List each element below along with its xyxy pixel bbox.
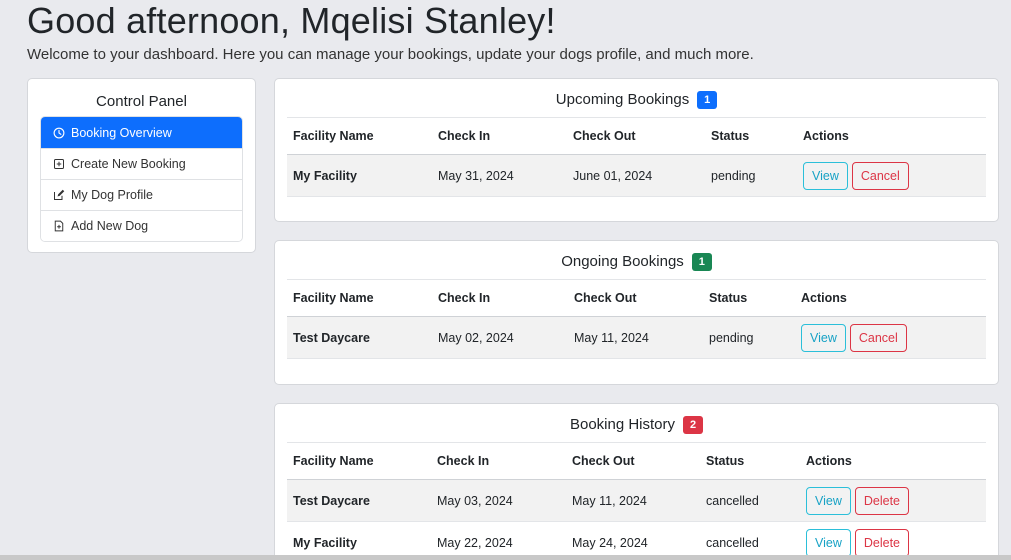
column-header: Actions xyxy=(801,291,847,305)
menu-item-create-new-booking[interactable]: Create New Booking xyxy=(41,148,242,179)
bookings-table: Facility Name Check In Check Out Status … xyxy=(287,118,986,197)
column-header: Status xyxy=(706,454,745,468)
control-panel: Control Panel Booking Overview Create Ne… xyxy=(27,78,256,253)
actions: View Delete xyxy=(800,486,913,515)
check-in: May 31, 2024 xyxy=(438,168,514,183)
horizontal-scrollbar[interactable] xyxy=(0,555,1011,560)
column-header: Status xyxy=(709,291,748,305)
card-title: Booking History xyxy=(569,416,676,433)
table-header: Facility Name Check In Check Out Status … xyxy=(287,443,986,480)
check-in: May 03, 2024 xyxy=(437,493,513,508)
card-header: Ongoing Bookings 1 xyxy=(287,241,986,280)
column-header: Check In xyxy=(438,129,491,143)
delete-button[interactable]: Delete xyxy=(854,486,910,515)
bookings-table: Facility Name Check In Check Out Status … xyxy=(287,280,986,359)
control-panel-title: Control Panel xyxy=(96,93,187,110)
column-header: Check Out xyxy=(573,129,636,143)
count-badge: 1 xyxy=(691,252,712,271)
table-row: Test Daycare May 03, 2024 May 11, 2024 c… xyxy=(287,480,986,522)
column-header: Check In xyxy=(437,454,490,468)
facility-name: Test Daycare xyxy=(293,330,370,345)
welcome-text: Welcome to your dashboard. Here you can … xyxy=(27,46,754,63)
card-title: Upcoming Bookings xyxy=(555,91,690,108)
bookings-table: Facility Name Check In Check Out Status … xyxy=(287,443,986,560)
check-in: May 22, 2024 xyxy=(437,535,513,550)
view-button[interactable]: View xyxy=(806,486,851,515)
card-header: Booking History 2 xyxy=(287,404,986,443)
pencil-square-icon xyxy=(53,189,65,201)
column-header: Check Out xyxy=(574,291,637,305)
status: cancelled xyxy=(706,535,759,550)
cancel-button[interactable]: Cancel xyxy=(849,323,907,352)
status: cancelled xyxy=(706,493,759,508)
count-badge: 2 xyxy=(683,415,704,434)
view-button[interactable]: View xyxy=(806,528,851,557)
menu-item-label: Add New Dog xyxy=(71,219,149,233)
actions: View Cancel xyxy=(797,161,913,190)
cancel-button[interactable]: Cancel xyxy=(851,161,909,190)
table-header: Facility Name Check In Check Out Status … xyxy=(287,280,986,317)
column-header: Facility Name xyxy=(293,454,374,468)
menu-item-add-new-dog[interactable]: Add New Dog xyxy=(41,210,242,241)
card-header: Upcoming Bookings 1 xyxy=(287,79,986,118)
check-out: June 01, 2024 xyxy=(573,168,653,183)
check-in: May 02, 2024 xyxy=(438,330,514,345)
clock-icon xyxy=(53,127,65,139)
table-row: Test Daycare May 02, 2024 May 11, 2024 p… xyxy=(287,317,986,359)
column-header: Facility Name xyxy=(293,129,374,143)
booking-history-card: Booking History 2 Facility Name Check In… xyxy=(274,403,999,560)
status: pending xyxy=(711,168,756,183)
plus-square-icon xyxy=(53,158,65,170)
view-button[interactable]: View xyxy=(801,323,846,352)
column-header: Status xyxy=(711,129,750,143)
table-row: My Facility May 31, 2024 June 01, 2024 p… xyxy=(287,155,986,197)
menu-item-label: Booking Overview xyxy=(71,125,172,140)
count-badge: 1 xyxy=(697,90,718,109)
facility-name: My Facility xyxy=(293,168,357,183)
ongoing-bookings-card: Ongoing Bookings 1 Facility Name Check I… xyxy=(274,240,999,385)
actions: View Cancel xyxy=(795,323,911,352)
menu-item-label: Create New Booking xyxy=(71,157,186,171)
delete-button[interactable]: Delete xyxy=(854,528,910,557)
menu-item-my-dog-profile[interactable]: My Dog Profile xyxy=(41,179,242,210)
file-plus-icon xyxy=(53,220,65,232)
column-header: Facility Name xyxy=(293,291,374,305)
view-button[interactable]: View xyxy=(803,161,848,190)
facility-name: My Facility xyxy=(293,535,357,550)
check-out: May 11, 2024 xyxy=(574,330,649,345)
table-header: Facility Name Check In Check Out Status … xyxy=(287,118,986,155)
menu-item-label: My Dog Profile xyxy=(71,188,153,202)
status: pending xyxy=(709,330,754,345)
control-panel-menu: Booking Overview Create New Booking My D… xyxy=(40,116,243,242)
upcoming-bookings-card: Upcoming Bookings 1 Facility Name Check … xyxy=(274,78,999,222)
column-header: Actions xyxy=(806,454,852,468)
menu-item-booking-overview[interactable]: Booking Overview xyxy=(41,117,242,148)
facility-name: Test Daycare xyxy=(293,493,370,508)
check-out: May 24, 2024 xyxy=(572,535,648,550)
greeting-title: Good afternoon, Mqelisi Stanley! xyxy=(27,0,556,41)
card-title: Ongoing Bookings xyxy=(561,253,684,270)
column-header: Check In xyxy=(438,291,491,305)
actions: View Delete xyxy=(800,528,913,557)
check-out: May 11, 2024 xyxy=(572,493,647,508)
column-header: Check Out xyxy=(572,454,635,468)
column-header: Actions xyxy=(803,129,849,143)
